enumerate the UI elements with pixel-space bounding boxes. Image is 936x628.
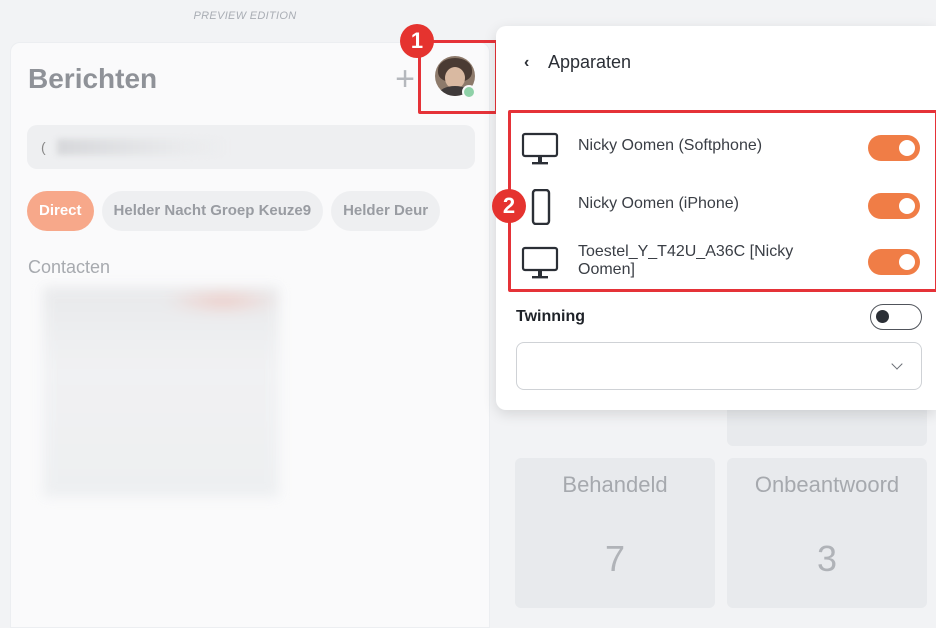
blurred-contacts-list (43, 287, 279, 497)
chevron-left-icon: ‹ (524, 54, 530, 71)
annotation-badge-1: 1 (400, 24, 434, 58)
messages-panel: Berichten + DirectHelder Nacht Groep Keu… (10, 40, 498, 628)
chip-direct[interactable]: Direct (27, 191, 94, 231)
stat-label: Behandeld (562, 472, 668, 497)
device-toggle-softphone[interactable] (868, 135, 920, 161)
popover-title: Apparaten (548, 52, 632, 72)
device-toggle-toestel[interactable] (868, 249, 920, 275)
twinning-label: Twinning (516, 308, 586, 325)
device-toggle-iphone[interactable] (868, 193, 920, 219)
stat-value: 7 (604, 538, 626, 579)
twinning-toggle[interactable] (870, 304, 922, 330)
online-status-dot (462, 85, 476, 99)
device-row-toestel: Toestel_Y_T42U_A36C [Nicky Oomen] (511, 237, 931, 287)
stat-value: 3 (816, 538, 838, 579)
twinning-select[interactable] (516, 342, 922, 390)
search-blurred-text (57, 139, 227, 155)
chip-helder-nacht[interactable]: Helder Nacht Groep Keuze9 (101, 191, 324, 231)
contacts-heading: Contacten (28, 257, 111, 277)
chevron-down-icon (891, 358, 903, 370)
device-name: Nicky Oomen (iPhone) (578, 195, 739, 212)
annotation-badge-2: 2 (492, 189, 526, 223)
device-row-softphone: Nicky Oomen (Softphone) (511, 123, 931, 173)
monitor-icon (521, 132, 559, 165)
chip-helder-deur[interactable]: Helder Deur (331, 191, 441, 231)
stat-tile-behandeld[interactable]: Behandeld 7 (515, 458, 715, 608)
device-name: Nicky Oomen (Softphone) (578, 137, 763, 154)
smartphone-icon (531, 189, 551, 225)
filter-chips: Direct Helder Nacht Groep Keuze9 Helder De… (27, 191, 489, 231)
preview-edition-label: PREVIEW EDITION (193, 10, 297, 22)
devices-popover: ‹ Apparaten Nicky Oomen (Softphone) Nick… (496, 26, 936, 410)
devices-highlight-box: Nicky Oomen (Softphone) Nicky Oomen (iPh… (508, 110, 936, 292)
device-name: Toestel_Y_T42U_A36C [Nicky Oomen] (578, 243, 794, 278)
device-row-iphone: Nicky Oomen (iPhone) (511, 181, 931, 231)
stat-tile-onbeantwoord[interactable]: Onbeantwoord 3 (727, 458, 927, 608)
stat-label: Onbeantwoord (754, 472, 900, 497)
monitor-icon (521, 246, 559, 279)
page-title: Berichten (28, 63, 158, 94)
add-message-icon[interactable]: + (391, 61, 419, 97)
